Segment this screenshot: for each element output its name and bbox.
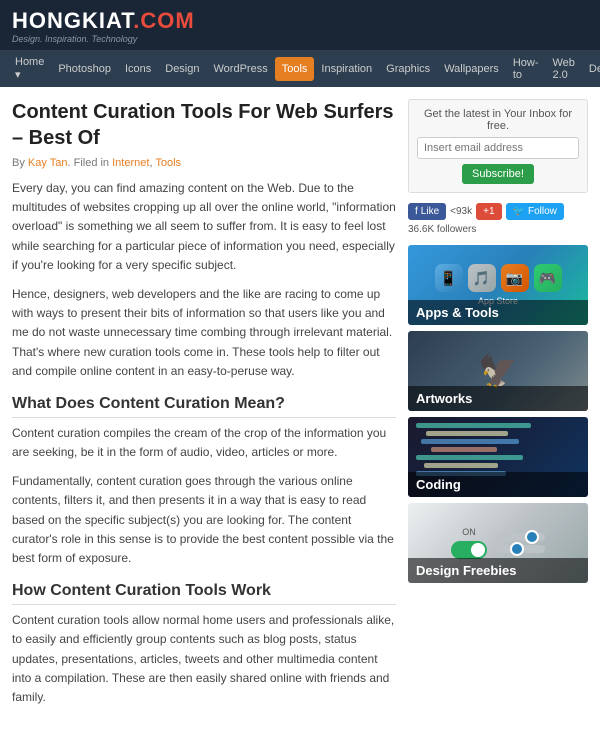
site-header: HONGKIAT.COM Design. Inspiration. Techno…	[0, 0, 600, 50]
pelican-icon: 🦅	[478, 352, 518, 390]
sidebar: Get the latest in Your Inbox for free. S…	[408, 99, 588, 717]
sidebar-card-design[interactable]: ON Design Freebies	[408, 503, 588, 583]
app-icon-2: 🎵	[468, 264, 496, 292]
code-line-6	[424, 463, 498, 468]
code-line-2	[426, 431, 508, 436]
nav-tools[interactable]: Tools	[275, 57, 315, 81]
card-design-label: Design Freebies	[408, 558, 588, 583]
meta-by: By	[12, 157, 25, 169]
cta-text: Get the latest in Your Inbox for free.	[417, 108, 579, 132]
facebook-button[interactable]: f Like	[408, 203, 446, 220]
fb-count: <93k	[450, 206, 472, 217]
gplus-button[interactable]: +1	[476, 203, 501, 220]
nav-wordpress[interactable]: WordPress	[207, 57, 275, 81]
card-apps-label: Apps & Tools	[408, 300, 588, 325]
tw-icon: 🐦	[513, 206, 525, 217]
slider-thumb-2	[510, 542, 524, 556]
slider-thumb-1	[525, 530, 539, 544]
logo-com: .COM	[133, 8, 194, 33]
section1-para-1: Content curation compiles the cream of t…	[12, 424, 396, 462]
main-nav: Home ▾ Photoshop Icons Design WordPress …	[0, 50, 600, 87]
section1-heading: What Does Content Curation Mean?	[12, 395, 396, 418]
sidebar-card-coding[interactable]: Coding	[408, 417, 588, 497]
on-label: ON	[451, 527, 487, 537]
article-meta: By Kay Tan. Filed in Internet, Tools	[12, 157, 396, 169]
app-icon-4: 🎮	[534, 264, 562, 292]
app-icon-1: 📱	[435, 264, 463, 292]
category-tools[interactable]: Tools	[155, 157, 181, 169]
article-body: Every day, you can find amazing content …	[12, 179, 396, 707]
section2-para-1: Content curation tools allow normal home…	[12, 611, 396, 707]
card-coding-label: Coding	[408, 472, 588, 497]
article-title: Content Curation Tools For Web Surfers –…	[12, 99, 396, 151]
code-line-4	[431, 447, 497, 452]
sidebar-cta: Get the latest in Your Inbox for free. S…	[408, 99, 588, 193]
app-icon-3: 📷	[501, 264, 529, 292]
twitter-button[interactable]: 🐦 Follow	[506, 203, 564, 220]
card-artworks-label: Artworks	[408, 386, 588, 411]
section2-heading: How Content Curation Tools Work	[12, 582, 396, 605]
email-input[interactable]	[417, 137, 579, 159]
code-line-5	[416, 455, 523, 460]
site-logo: HONGKIAT.COM Design. Inspiration. Techno…	[12, 8, 588, 44]
main-content: Content Curation Tools For Web Surfers –…	[12, 99, 396, 717]
author-link[interactable]: Kay Tan	[28, 157, 68, 169]
nav-icons[interactable]: Icons	[118, 57, 158, 81]
nav-deals[interactable]: Deals	[582, 57, 600, 81]
body-para-1: Every day, you can find amazing content …	[12, 179, 396, 275]
code-line-3	[421, 439, 519, 444]
nav-howto[interactable]: How-to	[506, 51, 546, 87]
nav-design[interactable]: Design	[158, 57, 206, 81]
nav-home[interactable]: Home ▾	[8, 50, 51, 87]
meta-filed: Filed in	[74, 157, 109, 169]
sidebar-card-apps[interactable]: 📱 🎵 📷 🎮 App Store Apps & Tools	[408, 245, 588, 325]
subscribe-button[interactable]: Subscribe!	[462, 164, 534, 184]
category-internet[interactable]: Internet	[112, 157, 149, 169]
tw-count: 36.6K followers	[408, 224, 476, 235]
app-icons-row: 📱 🎵 📷 🎮	[435, 264, 562, 292]
section1-para-2: Fundamentally, content curation goes thr…	[12, 472, 396, 568]
nav-photoshop[interactable]: Photoshop	[51, 57, 118, 81]
design-sliders	[495, 533, 545, 553]
sidebar-card-artworks[interactable]: 🦅 Artworks	[408, 331, 588, 411]
fb-label: Like	[421, 206, 439, 217]
toggle-switch	[451, 541, 487, 559]
gp-label: +1	[483, 206, 494, 217]
nav-web20[interactable]: Web 2.0	[545, 51, 581, 87]
nav-wallpapers[interactable]: Wallpapers	[437, 57, 506, 81]
slider-1	[495, 533, 545, 541]
code-line-1	[416, 423, 531, 428]
design-toggle-container: ON	[451, 527, 487, 559]
logo-tagline: Design. Inspiration. Technology	[12, 34, 588, 44]
nav-graphics[interactable]: Graphics	[379, 57, 437, 81]
fb-icon: f	[415, 206, 418, 217]
social-row: f Like <93k +1 🐦 Follow 36.6K followers	[408, 203, 588, 235]
content-wrapper: Content Curation Tools For Web Surfers –…	[0, 87, 600, 729]
tw-label: Follow	[528, 206, 557, 217]
slider-2	[495, 545, 545, 553]
body-para-2: Hence, designers, web developers and the…	[12, 285, 396, 381]
logo-text: HONGKIAT.COM	[12, 8, 588, 34]
nav-inspiration[interactable]: Inspiration	[314, 57, 379, 81]
